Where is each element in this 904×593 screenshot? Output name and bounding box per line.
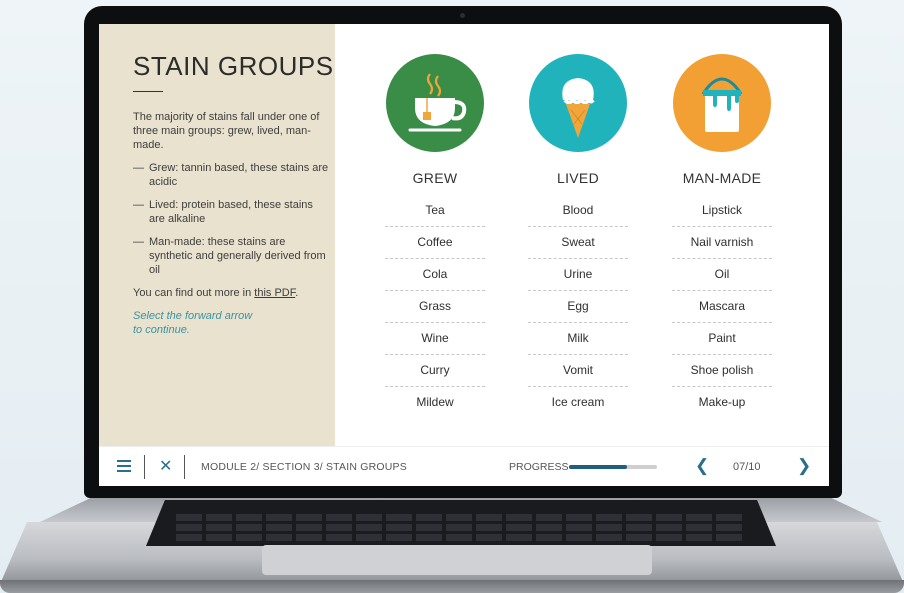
ice-cream-icon xyxy=(529,54,627,152)
man-made-list: Lipstick Nail varnish Oil Mascara Paint … xyxy=(672,195,772,418)
list-item: Lipstick xyxy=(672,195,772,227)
grew-list: Tea Coffee Cola Grass Wine Curry Mildew xyxy=(385,195,485,418)
list-item: Milk xyxy=(528,323,628,355)
more-info-suffix: . xyxy=(295,287,299,299)
list-item: Egg xyxy=(528,291,628,323)
list-item: Mascara xyxy=(672,291,772,323)
more-info-text: You can find out more in this PDF. xyxy=(133,286,329,300)
key-row xyxy=(176,534,746,541)
column-man-made: MAN-MADE Lipstick Nail varnish Oil Masca… xyxy=(672,54,772,418)
column-title-man-made: MAN-MADE xyxy=(682,170,762,186)
column-title-lived: LIVED xyxy=(557,170,599,186)
teacup-icon xyxy=(386,54,484,152)
lived-list: Blood Sweat Urine Egg Milk Vomit Ice cre… xyxy=(528,195,628,418)
column-title-grew: GREW xyxy=(412,170,458,186)
list-item: Ice cream xyxy=(551,395,605,409)
separator xyxy=(144,455,145,479)
pdf-link[interactable]: this PDF xyxy=(254,287,295,299)
info-panel: STAIN GROUPS The majority of stains fall… xyxy=(99,24,335,446)
list-item: Vomit xyxy=(528,355,628,387)
column-grew: GREW Tea Coffee Cola Grass Wine Curry Mi… xyxy=(385,54,485,418)
title-divider xyxy=(133,91,163,92)
progress-fill xyxy=(569,465,628,469)
list-item: Make-up xyxy=(698,395,746,409)
list-item: Shoe polish xyxy=(672,355,772,387)
laptop-foot xyxy=(0,580,904,593)
course-screen: STAIN GROUPS The majority of stains fall… xyxy=(99,24,829,486)
separator xyxy=(184,455,185,479)
list-item: Grass xyxy=(385,291,485,323)
more-info-prefix: You can find out more in xyxy=(133,287,255,299)
list-item: Cola xyxy=(385,259,485,291)
progress-bar xyxy=(569,465,657,469)
key-row xyxy=(176,524,746,531)
page-indicator: 07/10 xyxy=(733,461,761,473)
keyboard xyxy=(146,500,776,546)
list-item: Mildew xyxy=(416,395,454,409)
paint-bucket-icon xyxy=(673,54,771,152)
list-item: Wine xyxy=(385,323,485,355)
menu-icon[interactable] xyxy=(117,460,131,472)
trackpad xyxy=(262,545,652,575)
bullet-grew: Grew: tannin based, these stains are aci… xyxy=(133,161,329,189)
bullet-man-made: Man-made: these stains are synthetic and… xyxy=(133,235,329,277)
list-item: Coffee xyxy=(385,227,485,259)
navigation-bar: ✕ MODULE 2/ SECTION 3/ STAIN GROUPS PROG… xyxy=(99,447,829,486)
group-bullet-list: Grew: tannin based, these stains are aci… xyxy=(133,161,329,277)
breadcrumb: MODULE 2/ SECTION 3/ STAIN GROUPS xyxy=(201,461,407,473)
progress-label: PROGRESS xyxy=(509,461,569,473)
list-item: Sweat xyxy=(528,227,628,259)
list-item: Paint xyxy=(672,323,772,355)
list-item: Blood xyxy=(528,195,628,227)
list-item: Urine xyxy=(528,259,628,291)
list-item: Tea xyxy=(385,195,485,227)
list-item: Oil xyxy=(672,259,772,291)
next-arrow-icon[interactable]: ❯ xyxy=(797,456,811,476)
list-item: Nail varnish xyxy=(672,227,772,259)
camera-icon xyxy=(460,13,465,18)
intro-text: The majority of stains fall under one of… xyxy=(133,111,320,151)
column-lived: LIVED Blood Sweat Urine Egg Milk Vomit I… xyxy=(528,54,628,418)
key-row xyxy=(176,514,746,521)
prev-arrow-icon[interactable]: ❮ xyxy=(695,456,709,476)
page-title: STAIN GROUPS xyxy=(133,51,334,81)
info-text: The majority of stains fall under one of… xyxy=(133,110,329,346)
bullet-lived: Lived: protein based, these stains are a… xyxy=(133,198,329,226)
list-item: Curry xyxy=(385,355,485,387)
continue-hint: Select the forward arrow to continue. xyxy=(133,310,253,336)
close-icon[interactable]: ✕ xyxy=(159,456,172,476)
